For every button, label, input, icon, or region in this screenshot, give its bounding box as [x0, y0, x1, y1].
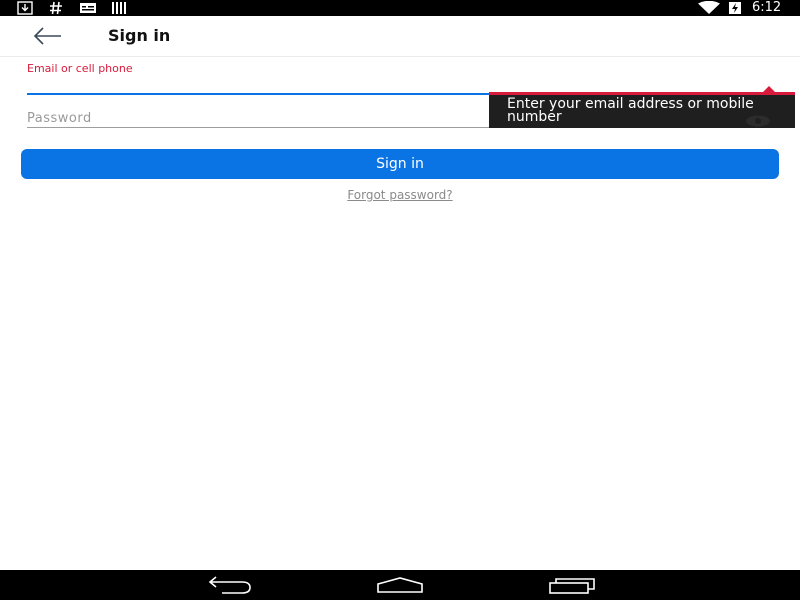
error-tooltip-text: Enter your email address or mobile numbe…	[507, 96, 754, 125]
email-field[interactable]	[27, 76, 488, 93]
app-bar: Sign in	[0, 16, 800, 57]
wifi-icon	[698, 1, 720, 14]
password-field[interactable]	[27, 110, 482, 127]
error-caret	[763, 86, 775, 92]
arrow-left-icon	[33, 27, 61, 45]
eye-icon	[746, 115, 770, 127]
forgot-password-link[interactable]: Forgot password?	[0, 187, 800, 203]
forgot-password-label[interactable]: Forgot password?	[347, 188, 452, 202]
password-field-underline	[27, 127, 489, 128]
back-icon	[208, 576, 251, 594]
nav-back-button[interactable]	[200, 573, 260, 597]
hash-icon	[50, 1, 62, 15]
password-visibility-toggle[interactable]	[745, 113, 771, 127]
download-icon	[17, 1, 33, 15]
status-bar: 6:12	[0, 0, 800, 16]
barcode-icon	[112, 2, 126, 14]
back-button[interactable]	[28, 22, 68, 50]
recents-icon	[549, 578, 595, 594]
sign-in-button[interactable]: Sign in	[21, 149, 779, 179]
nav-recents-button[interactable]	[542, 573, 602, 597]
clock: 6:12	[752, 0, 782, 15]
email-field-label: Email or cell phone	[27, 62, 133, 75]
message-icon	[80, 3, 96, 13]
navigation-bar	[0, 570, 800, 600]
nav-home-button[interactable]	[370, 573, 430, 597]
email-field-underline	[27, 93, 489, 95]
page-title: Sign in	[108, 26, 171, 45]
battery-charging-icon	[729, 2, 741, 14]
home-icon	[377, 577, 423, 593]
